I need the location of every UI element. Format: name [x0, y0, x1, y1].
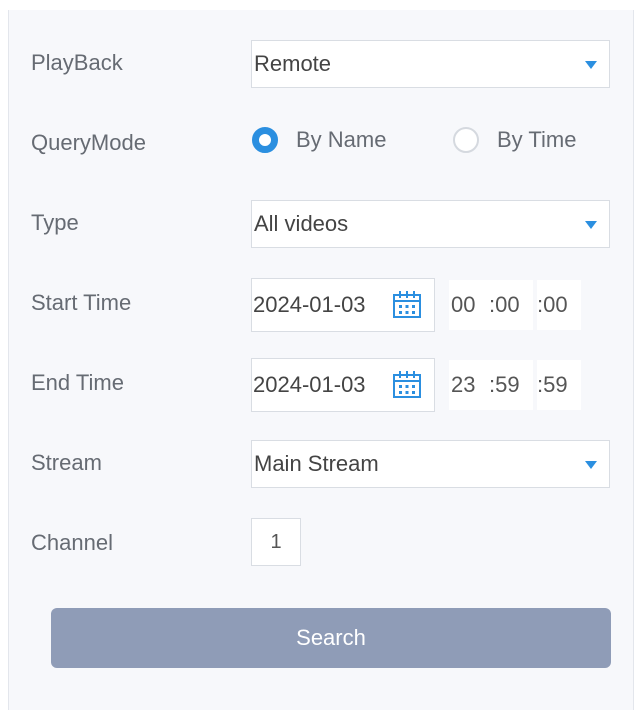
- channel-label: Channel: [31, 530, 113, 555]
- chevron-down-icon: [585, 461, 597, 469]
- radio-by-name-label: By Name: [296, 127, 387, 152]
- channel-input[interactable]: 1: [251, 518, 301, 566]
- start-hour-field[interactable]: 00: [449, 280, 493, 330]
- playback-select[interactable]: Remote: [251, 40, 610, 88]
- calendar-icon[interactable]: [392, 370, 422, 398]
- end-time-label: End Time: [31, 370, 124, 395]
- end-second-field[interactable]: :59: [537, 360, 581, 410]
- stream-select[interactable]: Main Stream: [251, 440, 610, 488]
- end-date-field[interactable]: 2024-01-03: [251, 358, 435, 412]
- start-second-field[interactable]: :00: [537, 280, 581, 330]
- type-label: Type: [31, 210, 79, 235]
- type-select[interactable]: All videos: [251, 200, 610, 248]
- radio-by-time-label: By Time: [497, 127, 577, 152]
- stream-label: Stream: [31, 450, 102, 475]
- start-minute-field[interactable]: :00: [489, 280, 533, 330]
- start-date-value: 2024-01-03: [253, 292, 366, 317]
- search-button[interactable]: Search: [51, 608, 611, 668]
- end-minute-field[interactable]: :59: [489, 360, 533, 410]
- top-strip: [0, 0, 644, 10]
- stream-value: Main Stream: [254, 451, 379, 476]
- radio-unchecked-icon[interactable]: [453, 127, 479, 153]
- start-time-label: Start Time: [31, 290, 132, 315]
- querymode-label: QueryMode: [31, 130, 146, 155]
- radio-checked-icon[interactable]: [252, 127, 278, 153]
- chevron-down-icon: [585, 61, 597, 69]
- playback-value: Remote: [254, 51, 332, 76]
- radio-by-time[interactable]: By Time: [453, 123, 576, 157]
- end-date-value: 2024-01-03: [253, 372, 366, 397]
- calendar-icon[interactable]: [392, 290, 422, 318]
- end-hour-field[interactable]: 23: [449, 360, 493, 410]
- playback-panel: PlayBack Remote QueryMode By Name By Tim…: [8, 10, 634, 710]
- start-date-field[interactable]: 2024-01-03: [251, 278, 435, 332]
- playback-label: PlayBack: [31, 50, 123, 75]
- chevron-down-icon: [585, 221, 597, 229]
- radio-by-name[interactable]: By Name: [252, 123, 386, 157]
- type-value: All videos: [254, 211, 349, 236]
